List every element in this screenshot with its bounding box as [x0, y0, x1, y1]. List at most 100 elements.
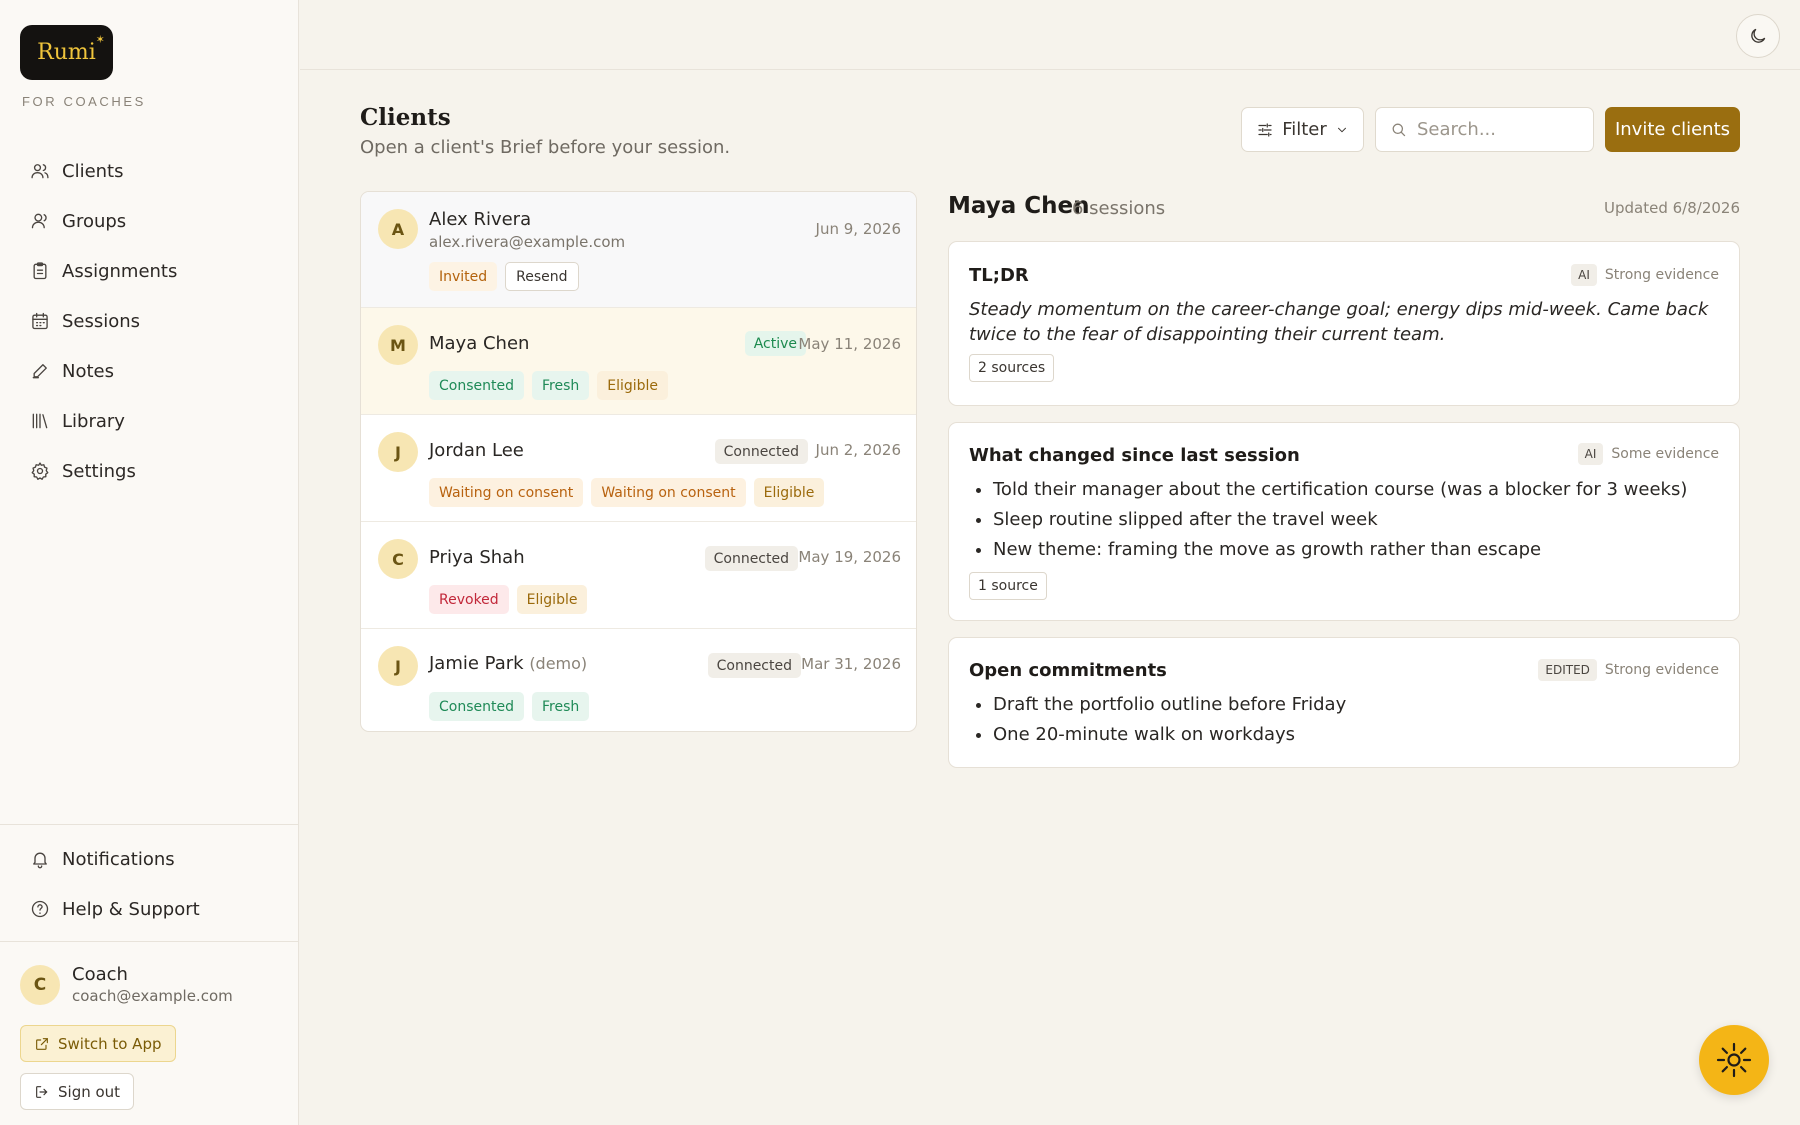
- sun-assistant-button[interactable]: [1699, 1025, 1769, 1095]
- sidebar-item-clients[interactable]: Clients: [20, 146, 280, 196]
- card-title: TL;DR: [969, 265, 1029, 286]
- client-row[interactable]: A Alex Rivera alex.rivera@example.com Ju…: [361, 192, 916, 308]
- status-badge: Eligible: [753, 478, 825, 507]
- client-tags: Consented Fresh Eligible: [429, 371, 669, 400]
- sidebar-item-notifications[interactable]: Notifications: [20, 834, 280, 884]
- client-name: Priya Shah: [429, 547, 525, 568]
- user-profile[interactable]: C Coach coach@example.com: [20, 964, 233, 1005]
- sun-icon: ✶: [95, 33, 105, 46]
- client-list: A Alex Rivera alex.rivera@example.com Ju…: [360, 191, 917, 732]
- status-badge: Fresh: [531, 371, 590, 400]
- sidebar-item-label: Help & Support: [62, 898, 200, 920]
- sidebar-item-label: Sessions: [62, 310, 141, 332]
- client-name: Alex Rivera: [429, 209, 532, 230]
- search-box[interactable]: [1375, 107, 1594, 152]
- avatar: C: [20, 964, 60, 1005]
- sidebar-item-groups[interactable]: Groups: [20, 196, 280, 246]
- status-badge: Connected: [704, 546, 798, 571]
- commitments-card: Open commitments EDITED Strong evidence …: [948, 637, 1740, 768]
- top-bar: [300, 0, 1800, 70]
- evidence-label: Strong evidence: [1604, 662, 1719, 678]
- status-badge: Fresh: [531, 692, 590, 721]
- edited-badge: EDITED: [1538, 659, 1597, 681]
- client-row[interactable]: J Jordan Lee Connected Jun 2, 2026 Waiti…: [361, 415, 916, 522]
- resend-button[interactable]: Resend: [505, 262, 579, 291]
- client-date: Mar 31, 2026: [801, 655, 901, 673]
- sidebar-item-label: Assignments: [62, 260, 178, 282]
- bell-icon: [33, 852, 47, 869]
- card-meta: AI Strong evidence: [1571, 264, 1719, 286]
- card-meta: AI Some evidence: [1577, 443, 1719, 465]
- changes-list: Told their manager about the certificati…: [993, 475, 1719, 565]
- sidebar-item-sessions[interactable]: Sessions: [20, 296, 280, 346]
- demo-label: (demo): [529, 654, 588, 673]
- client-avatar: J: [378, 432, 418, 472]
- sign-out-button[interactable]: Sign out: [20, 1073, 135, 1110]
- sidebar-item-notes[interactable]: Notes: [20, 346, 280, 396]
- secondary-nav: Notifications Help & Support: [20, 834, 280, 934]
- logo-text: Rumi ✶: [37, 33, 105, 65]
- client-email: alex.rivera@example.com: [429, 233, 626, 251]
- evidence-label: Some evidence: [1611, 446, 1719, 462]
- gear-icon: [31, 462, 49, 480]
- library-icon: [32, 413, 48, 429]
- user-email: coach@example.com: [72, 987, 233, 1005]
- rumi-logo[interactable]: Rumi ✶: [20, 25, 113, 80]
- card-title: Open commitments: [969, 660, 1167, 681]
- sidebar-item-settings[interactable]: Settings: [20, 446, 280, 496]
- tagline: FOR COACHES: [22, 94, 146, 109]
- sidebar-item-assignments[interactable]: Assignments: [20, 246, 280, 296]
- theme-toggle-button[interactable]: [1736, 14, 1780, 58]
- pen-icon: [32, 364, 47, 379]
- main-nav: Clients Groups Assignments Sessions Note…: [20, 146, 280, 496]
- list-item: One 20-minute walk on workdays: [993, 720, 1719, 750]
- detail-session-count: 6 sessions: [1072, 198, 1166, 219]
- search-input[interactable]: [1417, 119, 1577, 140]
- client-date: Jun 9, 2026: [815, 220, 901, 238]
- client-row[interactable]: C Priya Shah Connected May 19, 2026 Revo…: [361, 522, 916, 629]
- help-icon: [31, 900, 49, 918]
- group-icon: [31, 213, 47, 229]
- switch-to-app-button[interactable]: Switch to App: [20, 1025, 176, 1062]
- status-badge: Consented: [429, 692, 524, 721]
- filter-button[interactable]: Filter: [1241, 107, 1364, 152]
- status-badge: Eligible: [516, 585, 588, 614]
- sidebar-divider: [0, 941, 298, 942]
- chevron-down-icon: [1337, 127, 1346, 132]
- client-name: Maya Chen: [429, 333, 530, 354]
- search-icon: [1392, 123, 1406, 137]
- commitments-list: Draft the portfolio outline before Frida…: [993, 690, 1719, 750]
- external-link-icon: [36, 1037, 48, 1050]
- client-row[interactable]: J Jamie Park (demo) Connected Mar 31, 20…: [361, 629, 916, 731]
- sources-chip[interactable]: 1 source: [969, 572, 1047, 600]
- list-item: New theme: framing the move as growth ra…: [993, 535, 1719, 565]
- detail-updated: Updated 6/8/2026: [1604, 199, 1740, 217]
- client-tags: Waiting on consent Waiting on consent El…: [429, 478, 825, 507]
- status-badge: Waiting on consent: [429, 478, 584, 507]
- moon-icon: [1751, 28, 1766, 43]
- users-icon: [31, 164, 49, 179]
- user-name: Coach: [72, 964, 128, 985]
- client-avatar: A: [378, 209, 418, 249]
- sidebar: Rumi ✶ FOR COACHES Clients Groups Assignm…: [0, 0, 299, 1125]
- switch-to-app-label: Switch to App: [58, 1034, 162, 1053]
- status-badge: Connected: [714, 439, 808, 464]
- sliders-icon: [1258, 122, 1272, 137]
- changes-card: What changed since last session AI Some …: [948, 422, 1740, 621]
- invite-clients-button[interactable]: Invite clients: [1605, 107, 1740, 152]
- sidebar-item-help[interactable]: Help & Support: [20, 884, 280, 934]
- card-meta: EDITED Strong evidence: [1538, 659, 1719, 681]
- status-badge: Consented: [429, 371, 524, 400]
- ai-badge: AI: [1577, 443, 1604, 465]
- sidebar-item-library[interactable]: Library: [20, 396, 280, 446]
- sidebar-item-label: Groups: [62, 210, 127, 232]
- client-avatar: J: [378, 646, 418, 686]
- client-row-selected[interactable]: M Maya Chen Active May 11, 2026 Consente…: [361, 308, 916, 415]
- sidebar-item-label: Notifications: [62, 848, 175, 870]
- tldr-card: TL;DR AI Strong evidence Steady momentum…: [948, 241, 1740, 406]
- client-tags: Consented Fresh: [429, 692, 590, 721]
- sidebar-item-label: Clients: [62, 160, 124, 182]
- sidebar-item-label: Notes: [62, 360, 114, 382]
- sources-chip[interactable]: 2 sources: [969, 354, 1055, 382]
- logout-icon: [36, 1085, 48, 1098]
